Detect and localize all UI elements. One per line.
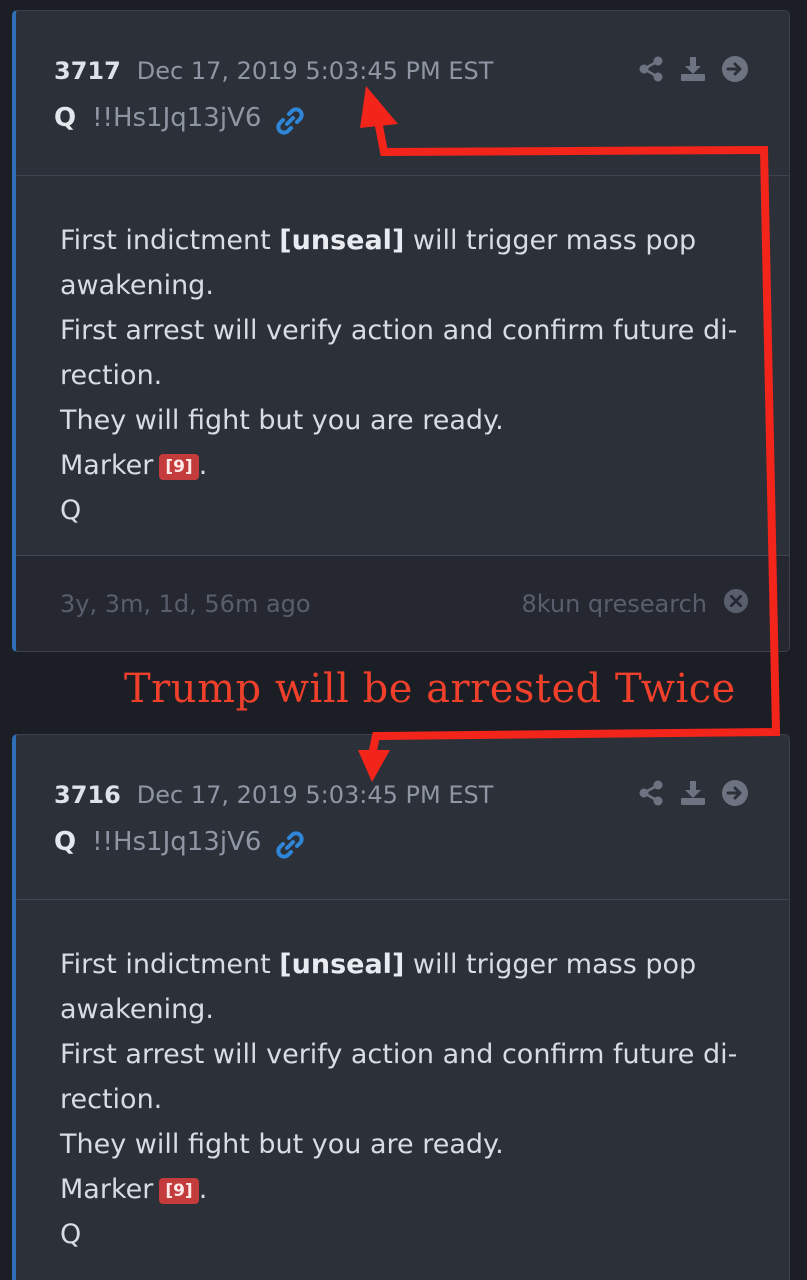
body-line: First arrest will verify action and conf… [60, 315, 738, 346]
marker-badge[interactable]: [9] [159, 1178, 199, 1204]
footer-right: 8kun qresearch [521, 588, 749, 620]
page: 3717 Dec 17, 2019 5:03:45 PM EST Q !!Hs1… [0, 0, 807, 1280]
author-name: Q [54, 827, 77, 857]
body-line: Marker [9]. [60, 450, 208, 481]
post-card: 3716 Dec 17, 2019 5:03:45 PM EST Q !!Hs1… [12, 734, 790, 1280]
download-icon[interactable] [679, 779, 707, 807]
post-toolbar [637, 779, 749, 807]
post-date: Dec 17, 2019 5:03:45 PM EST [136, 57, 494, 85]
signature: Q [60, 495, 82, 526]
post-card: 3717 Dec 17, 2019 5:03:45 PM EST Q !!Hs1… [12, 10, 790, 652]
post-author-line: Q !!Hs1Jq13jV6 [54, 817, 789, 867]
post-source[interactable]: 8kun qresearch [521, 590, 707, 618]
link-icon[interactable] [275, 103, 305, 135]
body-line: Marker [9]. [60, 1174, 208, 1205]
marker-badge[interactable]: [9] [159, 454, 199, 480]
post-body: First indictment [unseal] will trigger m… [16, 176, 789, 533]
annotation-text: Trump will be arrested Twice [124, 666, 736, 712]
body-line: They will fight but you are ready. [60, 1129, 504, 1160]
tripcode: !!Hs1Jq13jV6 [92, 827, 262, 857]
unseal-text: [unseal] [279, 949, 405, 980]
unseal-text: [unseal] [279, 225, 405, 256]
post-toolbar [637, 55, 749, 83]
body-line: rection. [60, 360, 163, 391]
body-line: First indictment [unseal] will trigger m… [60, 949, 697, 980]
post-number[interactable]: 3717 [54, 51, 121, 91]
post-header: 3717 Dec 17, 2019 5:03:45 PM EST Q !!Hs1… [16, 11, 789, 176]
post-age: 3y, 3m, 1d, 56m ago [60, 589, 311, 618]
link-icon[interactable] [275, 827, 305, 859]
download-icon[interactable] [679, 55, 707, 83]
arrow-right-circle-icon[interactable] [721, 779, 749, 807]
arrow-right-circle-icon[interactable] [721, 55, 749, 83]
body-line: First indictment [unseal] will trigger m… [60, 225, 697, 256]
body-line: awakening. [60, 994, 214, 1025]
post-footer: 3y, 3m, 1d, 56m ago 8kun qresearch [16, 555, 789, 651]
body-line: awakening. [60, 270, 214, 301]
tripcode: !!Hs1Jq13jV6 [92, 103, 262, 133]
body-line: rection. [60, 1084, 163, 1115]
post-header: 3716 Dec 17, 2019 5:03:45 PM EST Q !!Hs1… [16, 735, 789, 900]
post-body: First indictment [unseal] will trigger m… [16, 900, 789, 1257]
author-name: Q [54, 103, 77, 133]
post-author-line: Q !!Hs1Jq13jV6 [54, 93, 789, 143]
post-date: Dec 17, 2019 5:03:45 PM EST [136, 781, 494, 809]
body-line: First arrest will verify action and conf… [60, 1039, 738, 1070]
body-line: They will fight but you are ready. [60, 405, 504, 436]
post-number[interactable]: 3716 [54, 775, 121, 815]
close-circle-icon[interactable] [723, 588, 749, 620]
signature: Q [60, 1219, 82, 1250]
share-icon[interactable] [637, 55, 665, 83]
share-icon[interactable] [637, 779, 665, 807]
